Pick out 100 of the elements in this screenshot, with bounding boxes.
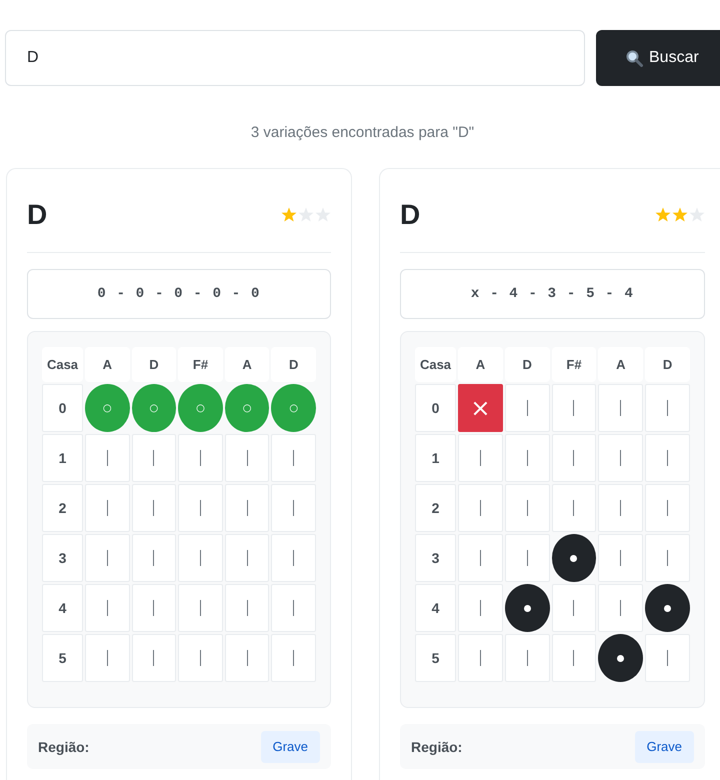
- region-badge: Grave: [260, 730, 320, 762]
- string-line-icon: [293, 600, 294, 616]
- fret-number: 5: [415, 634, 456, 682]
- finger-dot-icon: [645, 584, 690, 632]
- string-line-icon: [293, 650, 294, 666]
- fret-number: 5: [42, 634, 83, 682]
- string-line-icon: [106, 450, 108, 466]
- fret-number: 1: [415, 434, 456, 482]
- fret-number: 3: [415, 534, 456, 582]
- result-summary: 3 variações encontradas para "D": [250, 123, 476, 143]
- string-line-icon: [153, 600, 154, 616]
- column-header: D: [132, 347, 176, 382]
- string-line-icon: [526, 550, 528, 566]
- string-line-icon: [573, 400, 574, 416]
- string-line-icon: [246, 600, 248, 616]
- column-header: F#: [178, 347, 223, 382]
- string-line-icon: [667, 450, 668, 466]
- string-line-icon: [480, 450, 481, 466]
- open-string-marker: ○: [224, 384, 270, 432]
- open-string-marker: ○: [178, 384, 223, 432]
- open-string-marker: ○: [85, 384, 130, 432]
- star-icon: [672, 207, 688, 222]
- detail-label: Região:: [411, 738, 462, 754]
- column-header: D: [645, 347, 690, 382]
- finger-dot-icon: [504, 584, 550, 632]
- muted-string-marker: ×: [458, 384, 503, 432]
- finger-dot-icon: [598, 634, 644, 682]
- string-line-icon: [526, 500, 528, 516]
- string-line-icon: [573, 600, 574, 616]
- string-line-icon: [200, 600, 201, 616]
- fret-number: 3: [42, 534, 83, 582]
- star-icon: [298, 207, 314, 222]
- string-line-icon: [620, 400, 622, 416]
- column-header: A: [598, 347, 644, 382]
- string-line-icon: [620, 600, 622, 616]
- string-line-icon: [153, 550, 154, 566]
- star-icon: [689, 207, 705, 222]
- string-line-icon: [153, 650, 154, 666]
- string-line-icon: [667, 550, 668, 566]
- fret-number: 1: [42, 434, 83, 482]
- fingering-text: x - 4 - 3 - 5 - 4: [400, 269, 705, 319]
- fret-number: 0: [415, 384, 456, 432]
- string-line-icon: [106, 500, 108, 516]
- fret-number: 2: [415, 484, 456, 532]
- string-line-icon: [526, 400, 528, 416]
- search-icon: [626, 50, 643, 66]
- string-line-icon: [573, 650, 574, 666]
- string-line-icon: [620, 550, 622, 566]
- string-line-icon: [106, 600, 108, 616]
- string-line-icon: [480, 500, 481, 516]
- string-line-icon: [200, 550, 201, 566]
- fret-number: 0: [42, 384, 83, 432]
- string-line-icon: [200, 450, 201, 466]
- string-line-icon: [200, 650, 201, 666]
- column-header: F#: [552, 347, 596, 382]
- region-badge: Grave: [634, 730, 694, 762]
- finger-dot-icon: [552, 534, 596, 582]
- column-header: D: [504, 347, 550, 382]
- open-string-marker: ○: [271, 384, 316, 432]
- string-line-icon: [293, 450, 294, 466]
- fret-number: 4: [415, 584, 456, 632]
- star-icon: [281, 207, 297, 222]
- string-line-icon: [293, 500, 294, 516]
- string-line-icon: [620, 500, 622, 516]
- string-line-icon: [200, 500, 201, 516]
- column-header: Casa: [415, 347, 456, 382]
- string-line-icon: [480, 650, 481, 666]
- fret-number: 4: [42, 584, 83, 632]
- string-line-icon: [526, 450, 528, 466]
- string-line-icon: [246, 650, 248, 666]
- string-line-icon: [526, 650, 528, 666]
- detail-label: Região:: [38, 738, 90, 754]
- string-line-icon: [667, 500, 668, 516]
- column-header: A: [85, 347, 130, 382]
- column-header: Casa: [42, 347, 83, 382]
- open-string-marker: ○: [132, 384, 176, 432]
- chord-title: D: [27, 198, 48, 230]
- string-line-icon: [573, 500, 574, 516]
- chord-title: D: [400, 198, 420, 230]
- string-line-icon: [106, 650, 108, 666]
- fingering-text: 0 - 0 - 0 - 0 - 0: [27, 269, 331, 319]
- column-header: D: [271, 347, 316, 382]
- fret-number: 2: [42, 484, 83, 532]
- column-header: A: [458, 347, 503, 382]
- search-button[interactable]: Buscar: [596, 30, 720, 86]
- string-line-icon: [480, 600, 481, 616]
- string-line-icon: [106, 550, 108, 566]
- column-header: A: [224, 347, 270, 382]
- string-line-icon: [667, 650, 668, 666]
- string-line-icon: [153, 450, 154, 466]
- string-line-icon: [667, 400, 668, 416]
- string-line-icon: [246, 500, 248, 516]
- string-line-icon: [246, 450, 248, 466]
- string-line-icon: [573, 450, 574, 466]
- star-icon: [655, 207, 671, 222]
- search-field[interactable]: D: [5, 30, 585, 86]
- string-line-icon: [480, 550, 481, 566]
- string-line-icon: [293, 550, 294, 566]
- string-line-icon: [620, 450, 622, 466]
- string-line-icon: [246, 550, 248, 566]
